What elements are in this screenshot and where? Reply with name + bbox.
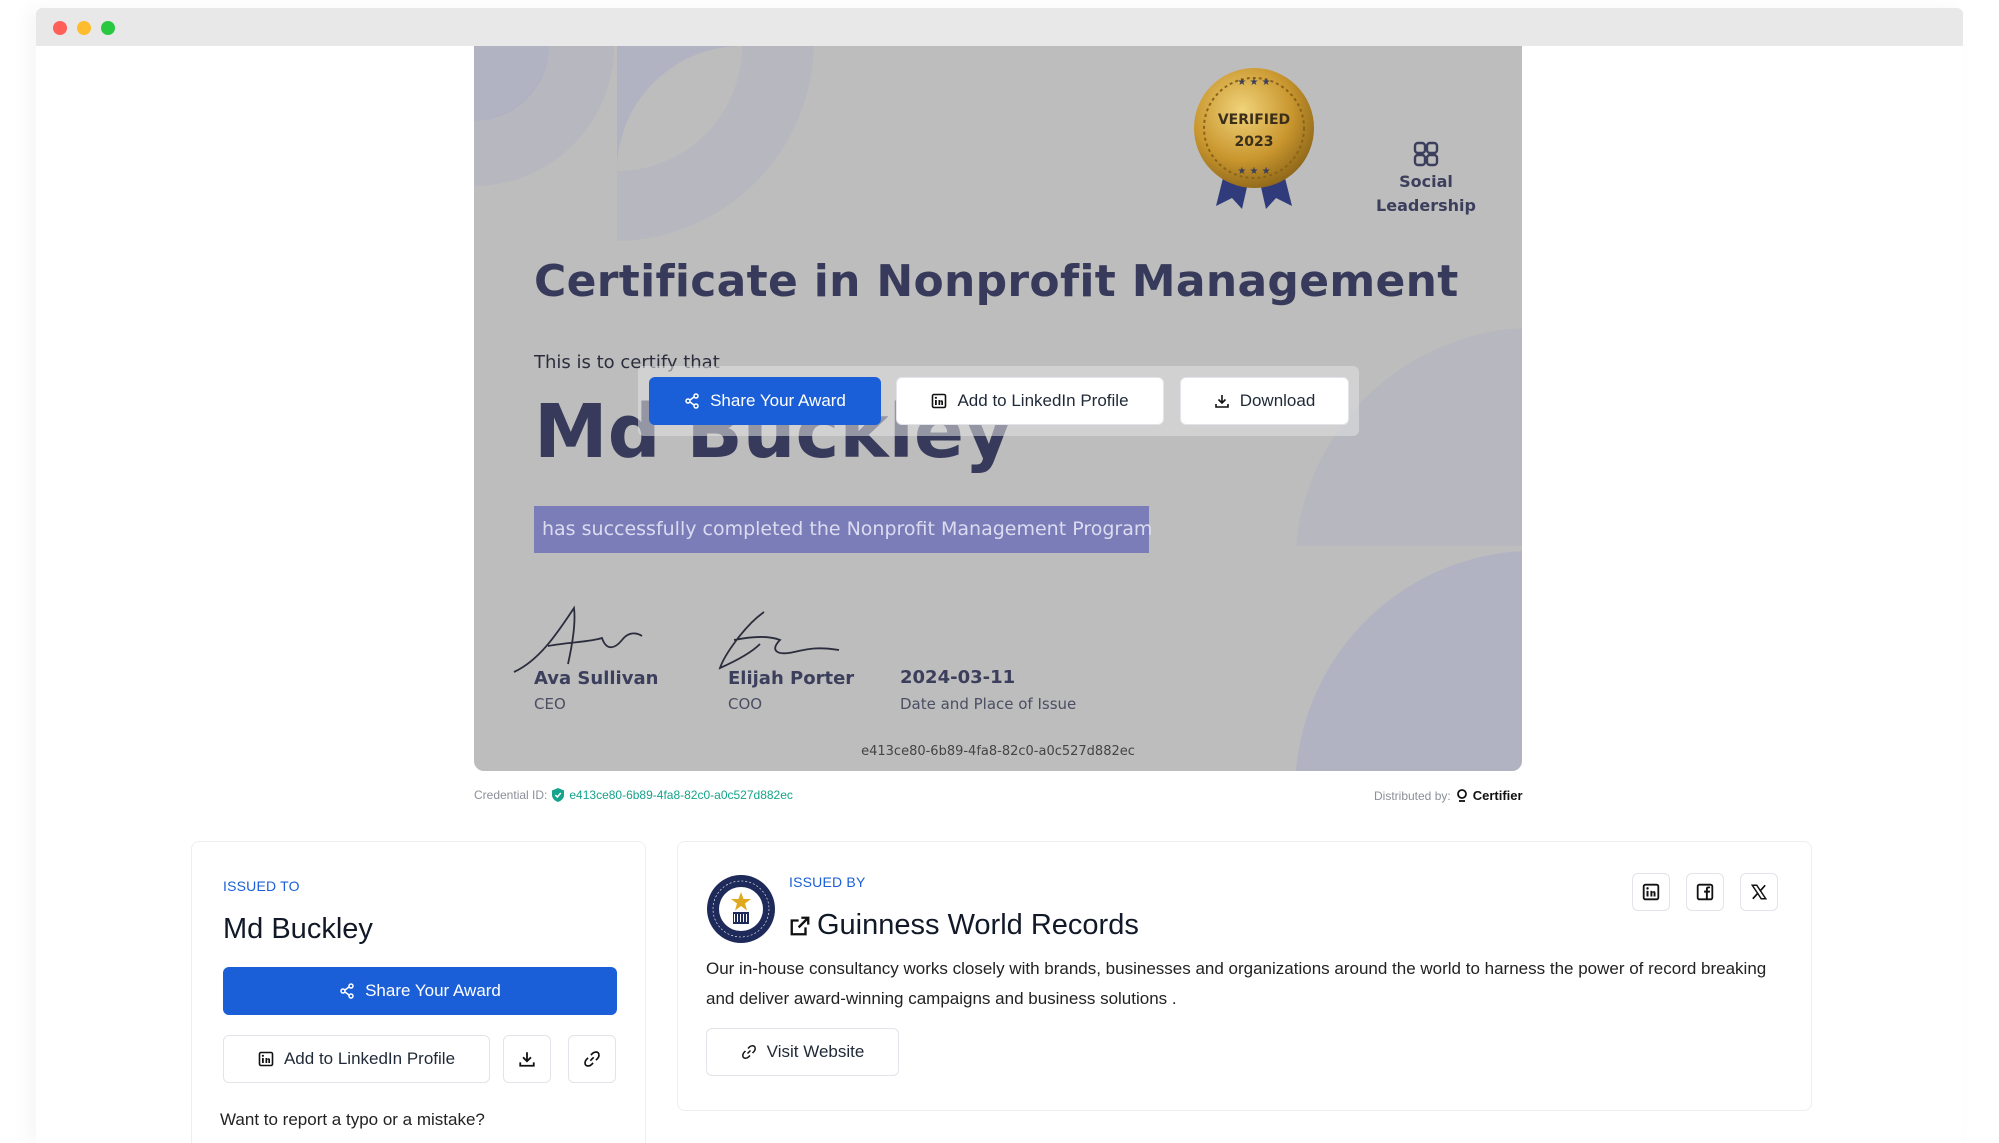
download-button[interactable] — [503, 1035, 551, 1083]
issued-by-card: ISSUED BY Guinness World Records Our in-… — [677, 841, 1812, 1111]
issued-to-name: Md Buckley — [223, 913, 373, 945]
issue-date-label: Date and Place of Issue — [900, 695, 1077, 713]
share-facebook-button[interactable] — [1686, 873, 1724, 911]
issuer-name: Guinness World Records — [817, 909, 1139, 941]
visit-website-button[interactable]: Visit Website — [706, 1028, 899, 1076]
overlay-download-label: Download — [1239, 391, 1316, 410]
share-award-label: Share Your Award — [365, 981, 501, 1000]
add-linkedin-label: Add to LinkedIn Profile — [283, 1049, 456, 1068]
share-icon — [340, 983, 354, 999]
credential-id-line: Credential ID: e413ce80-6b89-4fa8-82c0-a… — [474, 788, 793, 802]
certificate-credential-id: e413ce80-6b89-4fa8-82c0-a0c527d882ec — [861, 744, 1135, 759]
distributor-name[interactable]: Certifier — [1473, 788, 1523, 803]
overlay-linkedin-button[interactable]: Add to LinkedIn Profile — [896, 377, 1164, 425]
signature-elijah-porter — [718, 611, 840, 670]
certificate-title: Certificate in Nonprofit Management — [534, 256, 1459, 307]
linkedin-icon — [1642, 883, 1660, 901]
window-titlebar — [36, 8, 1963, 46]
visit-website-label: Visit Website — [766, 1042, 865, 1061]
issuer-name-link[interactable]: Guinness World Records — [789, 909, 1139, 942]
signatory-1-role: CEO — [534, 695, 566, 713]
badge-line-1: VERIFIED — [1218, 112, 1290, 128]
signatory-1-name: Ava Sullivan — [534, 668, 659, 689]
minimize-window-dot[interactable] — [77, 21, 91, 35]
copy-link-button[interactable] — [568, 1035, 616, 1083]
share-x-button[interactable] — [1740, 873, 1778, 911]
verified-medal-icon: ★ ★ ★ ★ ★ ★ VERIFIED 2023 — [1194, 68, 1314, 209]
signatory-2-name: Elijah Porter — [728, 668, 855, 689]
overlay-linkedin-label: Add to LinkedIn Profile — [957, 391, 1129, 410]
overlay-share-button[interactable]: Share Your Award — [649, 377, 881, 425]
issuer-description: Our in-house consultancy works closely w… — [706, 959, 1767, 1008]
issue-date: 2024-03-11 — [900, 667, 1016, 688]
svg-text:★ ★ ★: ★ ★ ★ — [1237, 166, 1270, 177]
facebook-icon — [1696, 883, 1714, 901]
add-linkedin-button[interactable]: Add to LinkedIn Profile — [223, 1035, 490, 1083]
signatory-2-role: COO — [728, 695, 763, 713]
svg-text:★ ★ ★: ★ ★ ★ — [1237, 77, 1270, 88]
overlay-download-button[interactable]: Download — [1180, 377, 1349, 425]
linkedin-icon — [932, 393, 947, 409]
share-icon — [685, 393, 699, 409]
certifier-logo-icon — [1456, 789, 1467, 802]
maximize-window-dot[interactable] — [101, 21, 115, 35]
grid-icon — [1413, 141, 1439, 167]
linkedin-icon — [258, 1051, 274, 1067]
issued-to-card: ISSUED TO Md Buckley Share Your Award Ad… — [191, 841, 646, 1143]
badge-line-2: 2023 — [1235, 134, 1274, 150]
link-icon — [584, 1051, 600, 1067]
category-line-1: Social — [1399, 172, 1453, 191]
x-twitter-icon — [1750, 884, 1768, 900]
overlay-share-label: Share Your Award — [710, 391, 846, 410]
external-link-icon — [790, 916, 810, 935]
category-line-2: Leadership — [1376, 196, 1476, 215]
certificate-category: Social Leadership — [1376, 140, 1476, 218]
certificate-description: has successfully completed the Nonprofit… — [534, 506, 1152, 553]
download-icon — [519, 1052, 535, 1067]
distributed-by-label: Distributed by: — [1374, 788, 1451, 803]
share-linkedin-button[interactable] — [1632, 873, 1670, 911]
share-award-button[interactable]: Share Your Award — [223, 967, 617, 1015]
issued-to-eyebrow: ISSUED TO — [223, 878, 300, 894]
shield-check-icon — [552, 788, 565, 802]
credential-id-value[interactable]: e413ce80-6b89-4fa8-82c0-a0c527d882ec — [569, 788, 793, 802]
credential-id-label: Credential ID: — [474, 788, 548, 802]
link-icon — [741, 1045, 756, 1059]
distributed-by-line: Distributed by: Certifier — [1374, 788, 1523, 803]
report-mistake-text[interactable]: Want to report a typo or a mistake? — [220, 1110, 485, 1130]
close-window-dot[interactable] — [53, 21, 67, 35]
download-icon — [1214, 395, 1229, 408]
guinness-world-records-logo — [707, 875, 775, 943]
issued-by-eyebrow: ISSUED BY — [789, 874, 866, 890]
